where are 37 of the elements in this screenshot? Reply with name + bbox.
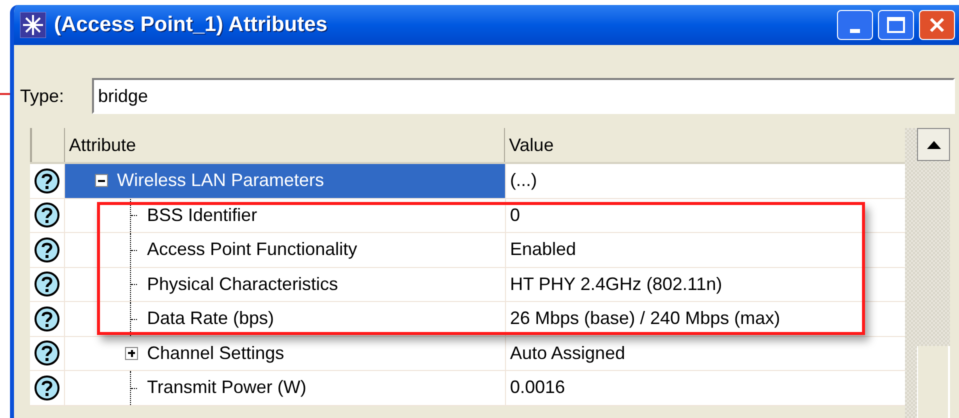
expander-icon[interactable] bbox=[125, 346, 138, 360]
attribute-value[interactable]: Enabled bbox=[510, 236, 576, 264]
star-icon bbox=[20, 12, 46, 38]
attribute-name[interactable]: Access Point Functionality bbox=[147, 236, 358, 264]
attribute-value[interactable]: 0 bbox=[510, 202, 520, 229]
help-icon[interactable] bbox=[34, 374, 60, 401]
attribute-value[interactable]: 26 Mbps (base) / 240 Mbps (max) bbox=[510, 305, 780, 332]
close-icon bbox=[928, 16, 946, 34]
scroll-up-button[interactable] bbox=[917, 128, 950, 161]
type-label: Type: bbox=[20, 84, 66, 108]
help-icon[interactable] bbox=[34, 168, 60, 194]
attribute-name[interactable]: Transmit Power (W) bbox=[147, 374, 306, 402]
type-field[interactable]: bridge bbox=[92, 78, 955, 114]
attribute-value[interactable]: (...) bbox=[510, 167, 537, 194]
attribute-name[interactable]: Physical Characteristics bbox=[147, 270, 338, 298]
expander-icon[interactable] bbox=[95, 174, 108, 188]
help-icon[interactable] bbox=[34, 271, 60, 298]
minimize-button[interactable] bbox=[837, 10, 873, 40]
help-icon[interactable] bbox=[34, 202, 60, 228]
attribute-name[interactable]: BSS Identifier bbox=[147, 202, 258, 229]
column-header[interactable]: Value bbox=[505, 128, 905, 162]
window-title: (Access Point_1) Attributes bbox=[54, 12, 328, 38]
maximize-button[interactable] bbox=[878, 10, 914, 40]
help-icon[interactable] bbox=[34, 340, 60, 366]
scroll-thumb[interactable] bbox=[917, 346, 950, 418]
attribute-value[interactable]: 0.0016 bbox=[510, 374, 566, 402]
up-arrow-icon bbox=[926, 140, 940, 148]
column-header[interactable]: Attribute bbox=[65, 128, 505, 162]
header-cell bbox=[30, 128, 65, 162]
attribute-name[interactable]: Channel Settings bbox=[147, 340, 284, 367]
attribute-name[interactable]: Data Rate (bps) bbox=[147, 305, 274, 332]
attribute-value[interactable]: Auto Assigned bbox=[510, 340, 626, 367]
close-button[interactable] bbox=[919, 10, 955, 40]
scrollbar[interactable] bbox=[905, 128, 950, 418]
help-icon[interactable] bbox=[34, 306, 60, 332]
help-icon[interactable] bbox=[34, 236, 60, 263]
attribute-value[interactable]: HT PHY 2.4GHz (802.11n) bbox=[510, 270, 722, 298]
